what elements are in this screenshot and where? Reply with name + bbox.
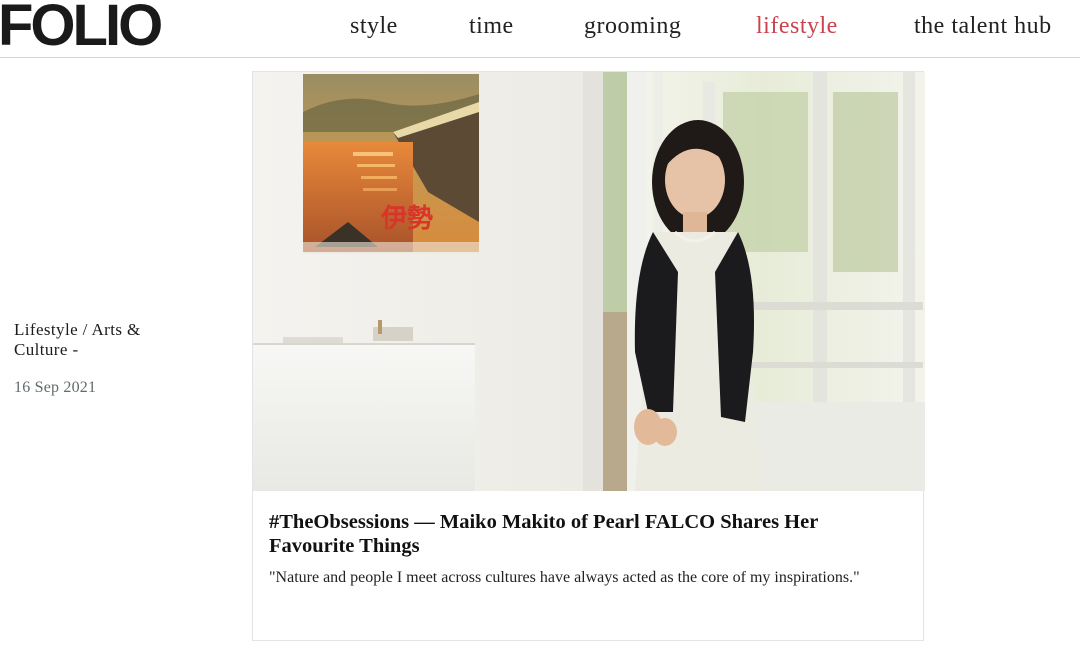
nav-item-grooming[interactable]: grooming [584, 10, 681, 42]
nav-item-time[interactable]: time [469, 10, 514, 42]
nav-item-lifestyle[interactable]: lifestyle [756, 10, 838, 42]
article-category-link[interactable]: Lifestyle / Arts & Culture - [14, 320, 184, 360]
site-logo[interactable]: FOLIO [0, 0, 163, 56]
poster-artwork: 伊勢 [303, 74, 479, 254]
article-excerpt: "Nature and people I meet across culture… [269, 569, 860, 586]
nav-item-the-talent-hub[interactable]: the talent hub [914, 10, 1052, 42]
person-photo-subject [634, 120, 763, 491]
nav-item-style[interactable]: style [350, 10, 398, 42]
site-header: FOLIO style time grooming lifestyle the … [0, 0, 1080, 58]
article-title[interactable]: #TheObsessions — Maiko Makito of Pearl F… [269, 510, 899, 558]
poster-kanji: 伊勢 [380, 204, 433, 234]
article-hero-image[interactable]: 伊勢 [253, 72, 925, 491]
article-date: 16 Sep 2021 [14, 379, 97, 396]
article-card[interactable]: 伊勢 #TheObsessions — Maiko Makito of Pear… [252, 71, 925, 641]
